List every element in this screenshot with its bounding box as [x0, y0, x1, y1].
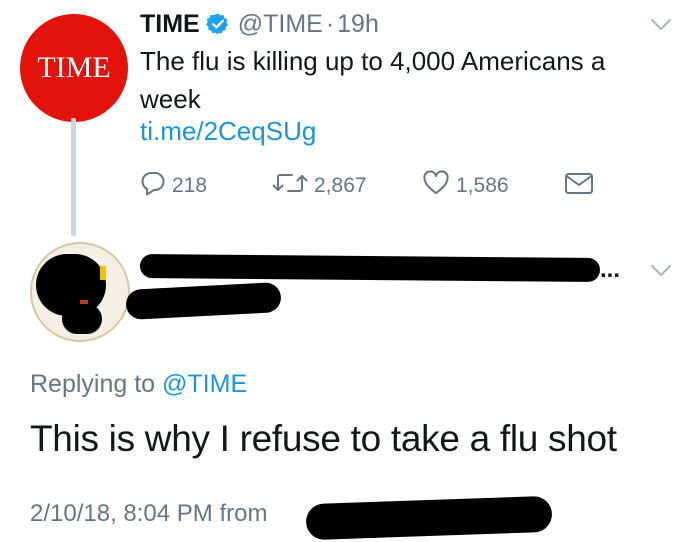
- replying-to-label: Replying to: [30, 370, 156, 398]
- source-prefix: from: [219, 500, 268, 527]
- tweet-timestamp[interactable]: 2/10/18, 8:04 PM: [30, 500, 213, 527]
- tweet-link[interactable]: ti.me/2CeqSUg: [140, 116, 316, 147]
- time-avatar-logo-text: TIME: [37, 51, 111, 84]
- thread-connector-line: [71, 118, 76, 236]
- time-avatar[interactable]: TIME: [20, 14, 128, 122]
- user-handle[interactable]: @TIME: [238, 10, 323, 39]
- display-name[interactable]: TIME: [140, 10, 200, 39]
- direct-message-button[interactable]: [564, 168, 600, 204]
- direct-message-icon: [564, 170, 600, 202]
- retweet-button[interactable]: 2,867: [272, 168, 367, 204]
- name-truncation: ...: [600, 256, 621, 283]
- redaction-mark: [62, 304, 102, 334]
- tweet-text: The flu is killing up to 4,000 Americans…: [140, 46, 606, 114]
- reply-button[interactable]: 218: [140, 168, 207, 204]
- retweet-count: 2,867: [314, 174, 367, 197]
- separator-dot: ·: [325, 9, 335, 38]
- reply-text: This is why I refuse to take a flu shot: [30, 418, 617, 459]
- redacted-display-name: [139, 253, 601, 283]
- avatar-detail: [100, 266, 106, 280]
- redacted-source-app: [305, 495, 553, 541]
- retweet-icon: [272, 170, 314, 202]
- tweet-timestamp-line: 2/10/18, 8:04 PM from: [30, 500, 267, 528]
- chevron-down-icon[interactable]: [650, 264, 672, 283]
- chevron-down-icon[interactable]: [650, 18, 672, 37]
- replying-to: Replying to @TIME: [30, 370, 247, 399]
- tweet-time[interactable]: 19h: [337, 10, 379, 39]
- like-button[interactable]: 1,586: [422, 168, 509, 204]
- replier-avatar[interactable]: [30, 242, 130, 342]
- tweet-header: TIME @TIME · 19h: [140, 6, 379, 42]
- redacted-handle: [125, 281, 282, 321]
- reply-icon: [140, 170, 172, 202]
- tweet-actions: 218 2,867 1,586: [140, 168, 610, 204]
- like-count: 1,586: [456, 174, 509, 197]
- reply-count: 218: [172, 174, 208, 197]
- verified-badge-icon: [205, 12, 230, 36]
- like-icon: [422, 170, 456, 202]
- replying-to-handle[interactable]: @TIME: [162, 370, 247, 398]
